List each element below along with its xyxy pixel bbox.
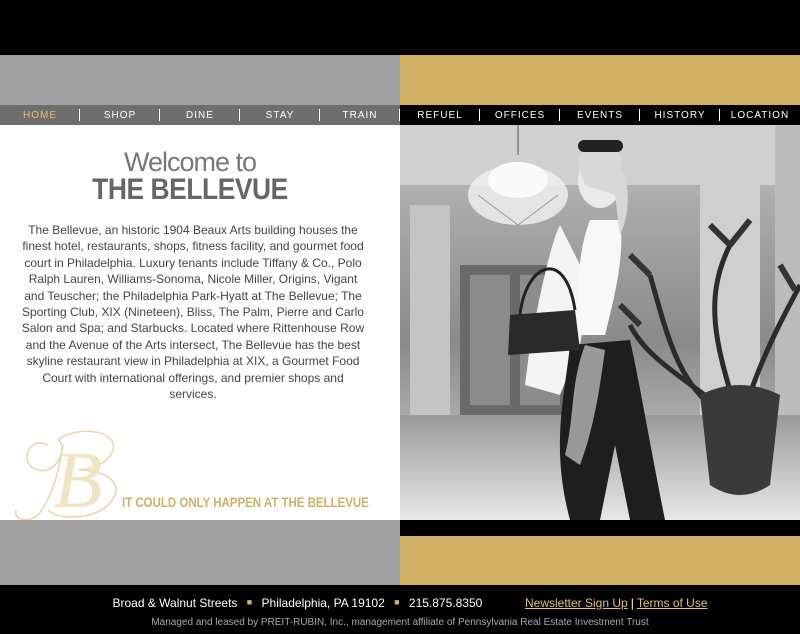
footer-city: Philadelphia, PA 19102 — [261, 596, 385, 610]
tagline: IT COULD ONLY HAPPEN AT THE BELLEVUE — [122, 494, 369, 510]
bullet-icon: ■ — [394, 597, 400, 607]
nav-label: DINE — [186, 109, 214, 121]
logo-letter: B — [54, 437, 103, 525]
nav-label: LOCATION — [730, 109, 790, 121]
left-grey-strip — [0, 520, 400, 536]
nav-item-train[interactable]: TRAIN — [320, 105, 400, 125]
nav-label: HISTORY — [654, 109, 706, 121]
nav-item-refuel[interactable]: REFUEL — [400, 105, 480, 125]
nav-label: EVENTS — [576, 109, 623, 121]
photo-bottom-bar — [0, 520, 800, 536]
welcome-title: THE BELLEVUE — [92, 173, 288, 206]
main-nav: HOME SHOP DINE STAY TRAIN REFUEL OFFICES… — [0, 105, 800, 125]
footer-street: Broad & Walnut Streets — [112, 596, 238, 610]
header-grey-band — [0, 55, 400, 105]
nav-item-stay[interactable]: STAY — [240, 105, 320, 125]
nav-item-home[interactable]: HOME — [0, 105, 80, 125]
footer-managed-by: Managed and leased by PREIT-RUBIN, Inc.,… — [151, 617, 649, 628]
site-footer: Broad & Walnut Streets ■ Philadelphia, P… — [0, 585, 800, 634]
nav-item-dine[interactable]: DINE — [160, 105, 240, 125]
terms-link[interactable]: Terms of Use — [637, 596, 708, 610]
hero-photo-illustration — [400, 125, 800, 520]
nav-label: SHOP — [103, 109, 137, 121]
header-gold-band — [400, 55, 800, 105]
nav-item-events[interactable]: EVENTS — [560, 105, 640, 125]
newsletter-link[interactable]: Newsletter Sign Up — [525, 596, 628, 610]
nav-item-history[interactable]: HISTORY — [640, 105, 720, 125]
bellevue-b-logo: B — [14, 430, 117, 525]
nav-item-location[interactable]: LOCATION — [720, 105, 800, 125]
footer-phone: 215.875.8350 — [408, 596, 483, 610]
nav-label: OFFICES — [494, 109, 546, 121]
footer-contact-line: Broad & Walnut Streets ■ Philadelphia, P… — [0, 596, 800, 610]
nav-item-shop[interactable]: SHOP — [80, 105, 160, 125]
top-black-bar — [0, 0, 800, 55]
link-separator: | — [630, 596, 634, 610]
bullet-icon: ■ — [246, 597, 253, 607]
nav-label: STAY — [265, 109, 295, 121]
hero-photo — [400, 125, 800, 520]
nav-label: HOME — [23, 109, 57, 121]
footer-gold-band — [400, 536, 800, 585]
footer-grey-band — [0, 536, 400, 585]
intro-paragraph: The Bellevue, an historic 1904 Beaux Art… — [21, 223, 365, 402]
nav-item-offices[interactable]: OFFICES — [480, 105, 560, 125]
nav-label: REFUEL — [417, 109, 463, 121]
nav-label: TRAIN — [342, 109, 378, 121]
welcome-panel: Welcome to THE BELLEVUE The Bellevue, an… — [0, 125, 400, 525]
